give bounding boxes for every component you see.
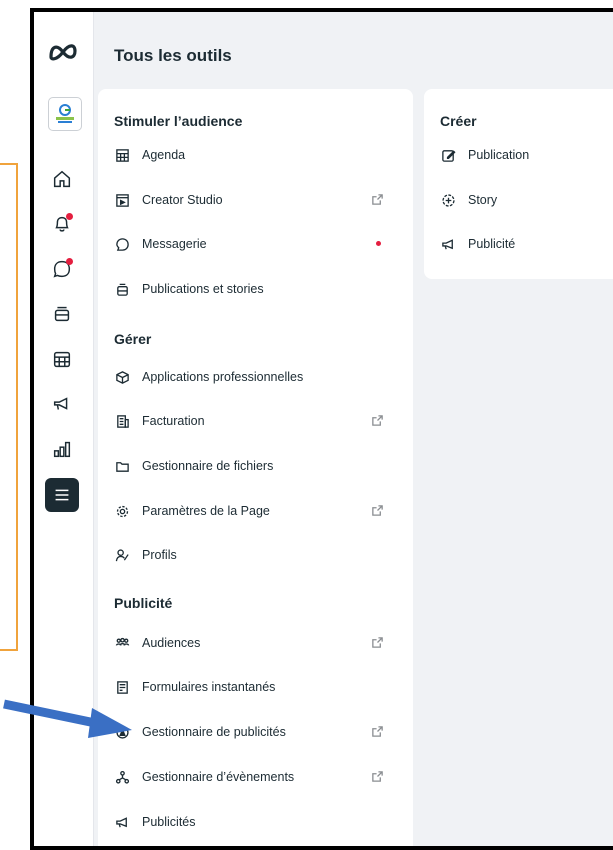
tool-item-messagerie[interactable]: Messagerie (114, 230, 399, 258)
tool-item-label: Gestionnaire de publicités (142, 725, 286, 739)
notification-dot (66, 213, 73, 220)
tool-item-publications[interactable]: Publications et stories (114, 275, 399, 303)
profile-icon (114, 547, 130, 563)
events-icon (114, 769, 130, 785)
stack-icon (114, 281, 130, 297)
tool-item-label: Facturation (142, 414, 205, 428)
tool-item-profiles[interactable]: Profils (114, 541, 399, 569)
gear-icon (114, 503, 130, 519)
tool-item-label: Formulaires instantanés (142, 680, 276, 694)
tool-item-audiences[interactable]: Audiences (114, 629, 399, 657)
folder-icon (114, 458, 130, 474)
tools-card: Stimuler l’audience Agenda Creator Studi… (98, 89, 413, 846)
tool-item-label: Creator Studio (142, 193, 223, 207)
section-title-audience: Stimuler l’audience (114, 113, 243, 129)
tool-item-label: Agenda (142, 148, 186, 162)
tool-item-page-settings[interactable]: Paramètres de la Page (114, 497, 399, 525)
notification-dot (376, 241, 381, 246)
create-item-label: Publicité (468, 237, 516, 251)
edit-icon (440, 147, 456, 163)
tool-item-label: Audiences (142, 636, 201, 650)
create-item-publication[interactable]: Publication (440, 141, 613, 169)
tool-item-agenda[interactable]: Agenda (114, 141, 399, 169)
tool-item-label: Publicités (142, 815, 196, 829)
tool-item-label: Paramètres de la Page (142, 504, 270, 518)
tool-item-billing[interactable]: Facturation (114, 407, 399, 435)
megaphone-icon (114, 814, 130, 830)
tool-item-label: Applications professionnelles (142, 370, 304, 384)
tool-item-label: Publications et stories (142, 282, 264, 296)
video-icon (114, 192, 130, 208)
tool-item-instant-forms[interactable]: Formulaires instantanés (114, 673, 399, 701)
tool-item-label: Gestionnaire d’évènements (142, 770, 295, 784)
people-icon (114, 635, 130, 651)
create-item-label: Publication (468, 148, 530, 162)
megaphone-icon[interactable] (45, 387, 79, 421)
page-title: Tous les outils (114, 46, 232, 65)
tool-item-label: Profils (142, 548, 177, 562)
create-item-story[interactable]: Story (440, 186, 613, 214)
side-panel-edge (0, 163, 18, 651)
chart-icon[interactable] (45, 432, 79, 466)
tool-item-ads-manager[interactable]: Gestionnaire de publicités (114, 718, 399, 746)
create-item-label: Story (468, 193, 498, 207)
external-link-icon (371, 770, 385, 784)
chat-icon[interactable] (45, 252, 79, 286)
external-link-icon (371, 193, 385, 207)
external-link-icon (371, 725, 385, 739)
section-title-create: Créer (440, 113, 477, 129)
tool-item-events-manager[interactable]: Gestionnaire d’évènements (114, 763, 399, 791)
billing-icon (114, 413, 130, 429)
external-link-icon (371, 504, 385, 518)
main-content: Tous les outils Stimuler l’audience Agen… (94, 12, 613, 846)
notification-dot (66, 258, 73, 265)
cube-icon (114, 369, 130, 385)
menu-icon[interactable] (45, 478, 79, 512)
external-link-icon (371, 414, 385, 428)
screenshot-stage: Tous les outils Stimuler l’audience Agen… (0, 0, 613, 850)
stack-icon[interactable] (45, 297, 79, 331)
chat-icon (114, 236, 130, 252)
tool-item-file-manager[interactable]: Gestionnaire de fichiers (114, 452, 399, 480)
tool-item-label: Messagerie (142, 237, 207, 251)
meta-logo-icon[interactable] (47, 42, 79, 66)
annotation-arrow (3, 699, 132, 738)
section-title-manage: Gérer (114, 331, 152, 347)
tool-item-creator-studio[interactable]: Creator Studio (114, 186, 399, 214)
megaphone-icon (440, 236, 456, 252)
bell-icon[interactable] (45, 207, 79, 241)
page-avatar[interactable] (48, 97, 82, 131)
create-item-ad[interactable]: Publicité (440, 230, 613, 258)
tool-item-business-apps[interactable]: Applications professionnelles (114, 363, 399, 391)
table-icon[interactable] (45, 342, 79, 376)
story-plus-icon (440, 192, 456, 208)
tool-item-label: Gestionnaire de fichiers (142, 459, 274, 473)
external-link-icon (371, 636, 385, 650)
tool-item-ads[interactable]: Publicités (114, 808, 399, 836)
create-card: Créer Publication Story Publicité (424, 89, 613, 279)
home-icon[interactable] (45, 162, 79, 196)
calendar-icon (114, 147, 130, 163)
section-title-advertising: Publicité (114, 595, 173, 611)
